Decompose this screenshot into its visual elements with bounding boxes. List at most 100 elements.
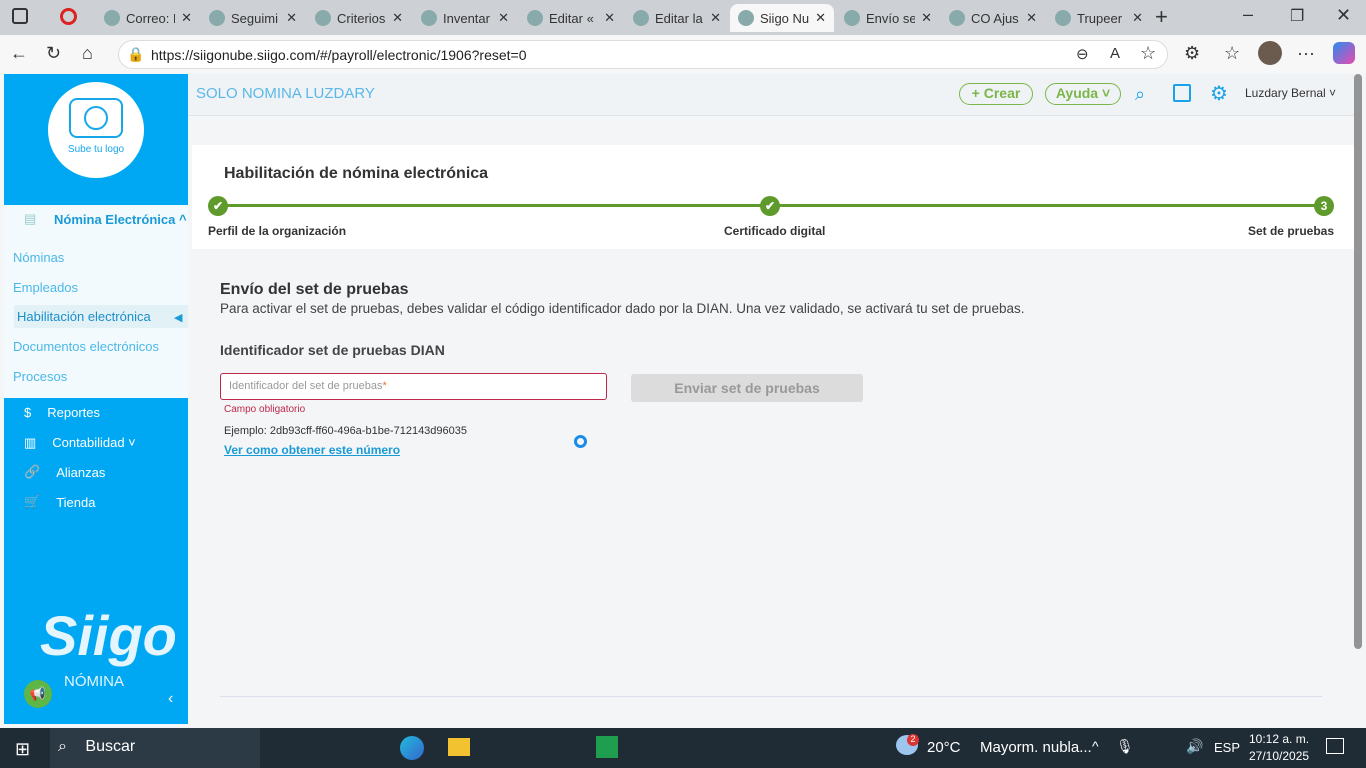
reports-icon: $: [24, 405, 32, 420]
sidebar-item[interactable]: 🛒 Tienda: [24, 494, 95, 510]
temperature[interactable]: 20°C: [927, 739, 961, 756]
camera-icon: [69, 98, 123, 138]
home-icon[interactable]: ⌂: [82, 43, 93, 64]
windows-start-icon[interactable]: ⊞: [15, 739, 30, 760]
tab-favicon-icon: [949, 10, 965, 26]
close-tab-icon[interactable]: ✕: [921, 10, 932, 26]
read-aloud-icon[interactable]: A: [1110, 45, 1120, 62]
upload-logo-button[interactable]: Sube tu logo: [48, 82, 144, 178]
step-2-check-icon: ✔: [760, 196, 780, 216]
tab-title: CO Ajus: [971, 10, 1019, 26]
browser-tab[interactable]: Editar « ✕: [519, 4, 623, 32]
url-input[interactable]: https://siigonube.siigo.com/#/payroll/el…: [118, 40, 1168, 69]
browser-tab[interactable]: Seguimi ✕: [201, 4, 305, 32]
upload-logo-label: Sube tu logo: [67, 144, 125, 155]
tab-title: Siigo Nu: [760, 10, 810, 26]
close-tab-icon[interactable]: ✕: [1132, 10, 1143, 26]
profile-avatar[interactable]: [1258, 41, 1282, 65]
sidebar-subitem[interactable]: Procesos: [13, 369, 67, 384]
mic-icon[interactable]: 🎙: [1116, 738, 1134, 755]
sidebar-item[interactable]: $ Reportes: [24, 405, 100, 420]
refresh-icon[interactable]: ↻: [46, 43, 61, 64]
zoom-icon[interactable]: ⊖: [1076, 45, 1089, 63]
copilot-icon[interactable]: [1333, 42, 1355, 64]
restore-button[interactable]: ❐: [1290, 6, 1304, 26]
tab-title: Envío se: [866, 10, 916, 26]
sidebar-section-nomina[interactable]: Nómina Electrónica ^: [54, 212, 187, 227]
weather-text[interactable]: Mayorm. nubla...: [980, 739, 1092, 756]
form-title: Envío del set de pruebas: [220, 281, 409, 298]
collapse-sidebar-icon[interactable]: ‹: [168, 690, 173, 708]
help-button[interactable]: Ayuda ˅: [1045, 83, 1121, 105]
active-indicator-icon: ◀: [174, 312, 183, 324]
close-tab-icon[interactable]: ✕: [286, 10, 297, 26]
tab-favicon-icon: [844, 10, 860, 26]
sidebar-item[interactable]: ▥ Contabilidad ˅: [24, 435, 136, 451]
siigo-logo: Siigo: [40, 604, 177, 667]
help-link[interactable]: Ver como obtener este número: [224, 443, 400, 457]
browser-tab[interactable]: CO Ajus ✕: [941, 4, 1045, 32]
tab-title: Correo: L: [126, 10, 176, 26]
sidebar-subitem[interactable]: Nóminas: [13, 250, 64, 265]
back-icon[interactable]: ←: [10, 43, 28, 64]
page-scrollbar[interactable]: [1354, 74, 1362, 649]
file-explorer-icon[interactable]: [448, 738, 470, 756]
document-icon: ▤: [24, 211, 37, 226]
tab-favicon-icon: [633, 10, 649, 26]
create-button[interactable]: + Crear: [959, 83, 1033, 105]
browser-tab[interactable]: Siigo Nu ✕: [730, 4, 834, 32]
close-tab-icon[interactable]: ✕: [392, 10, 403, 26]
sidebar-subitem[interactable]: Documentos electrónicos: [13, 339, 159, 354]
search-icon[interactable]: ⌕: [1135, 84, 1145, 105]
tab-title: Editar la: [655, 10, 703, 26]
close-tab-icon[interactable]: ✕: [710, 10, 721, 26]
extensions-icon[interactable]: ⚙: [1184, 43, 1200, 64]
favorite-star-icon[interactable]: ☆: [1140, 43, 1156, 64]
close-tab-icon[interactable]: ✕: [181, 10, 192, 26]
sidebar-subitem[interactable]: Habilitación electrónica: [14, 305, 188, 329]
excel-icon[interactable]: [596, 736, 618, 758]
sidebar-item-label: Alianzas: [56, 464, 106, 480]
minimize-button[interactable]: –: [1243, 4, 1253, 25]
close-window-button[interactable]: ✕: [1336, 5, 1351, 26]
loading-spinner-icon: [574, 435, 587, 448]
notifications-icon[interactable]: [1326, 738, 1344, 754]
close-tab-icon[interactable]: ✕: [1026, 10, 1037, 26]
submit-test-set-button[interactable]: Enviar set de pruebas: [631, 374, 863, 402]
tray-chevron-icon[interactable]: ^: [1092, 738, 1099, 754]
step-label: Certificado digital: [724, 224, 826, 238]
close-tab-icon[interactable]: ✕: [815, 10, 826, 26]
calendar-icon[interactable]: [1173, 84, 1191, 102]
megaphone-button[interactable]: 📢: [24, 680, 52, 708]
weather-badge: 2: [907, 734, 919, 746]
record-icon[interactable]: [60, 8, 77, 25]
settings-gear-icon[interactable]: ⚙: [1210, 81, 1228, 106]
close-tab-icon[interactable]: ✕: [604, 10, 615, 26]
taskbar-search[interactable]: ⌕ Buscar: [50, 728, 260, 768]
identifier-input[interactable]: Identificador del set de pruebas*: [220, 373, 607, 400]
sidebar-item-label: Tienda: [56, 494, 96, 510]
sidebar-toggle-icon[interactable]: [12, 8, 28, 24]
sidebar-item-label: Contabilidad ˅: [52, 435, 136, 451]
favorites-icon[interactable]: ☆: [1224, 43, 1240, 64]
user-menu[interactable]: Luzdary Bernal ˅: [1245, 86, 1336, 100]
close-tab-icon[interactable]: ✕: [498, 10, 509, 26]
tab-favicon-icon: [527, 10, 543, 26]
browser-tab[interactable]: Criterios ✕: [307, 4, 411, 32]
browser-tab[interactable]: Correo: L ✕: [96, 4, 200, 32]
sidebar-item[interactable]: 🔗 Alianzas: [24, 464, 105, 480]
sidebar-subitem[interactable]: Empleados: [13, 280, 78, 295]
browser-tab[interactable]: Inventar ✕: [413, 4, 517, 32]
new-tab-button[interactable]: +: [1155, 4, 1168, 30]
volume-icon[interactable]: 🔊: [1186, 738, 1203, 755]
clock-date[interactable]: 27/10/2025: [1249, 749, 1309, 763]
browser-tab[interactable]: Envío se ✕: [836, 4, 940, 32]
browser-tab[interactable]: Editar la ✕: [625, 4, 729, 32]
browser-tab[interactable]: Trupeer ✕: [1047, 4, 1151, 32]
clock-time[interactable]: 10:12 a. m.: [1249, 732, 1309, 746]
language-indicator[interactable]: ESP: [1214, 740, 1240, 755]
more-icon[interactable]: ···: [1297, 43, 1315, 64]
lock-icon[interactable]: 🔒: [127, 46, 144, 63]
link-icon: 🔗: [24, 464, 41, 480]
edge-app-icon[interactable]: [400, 736, 424, 760]
